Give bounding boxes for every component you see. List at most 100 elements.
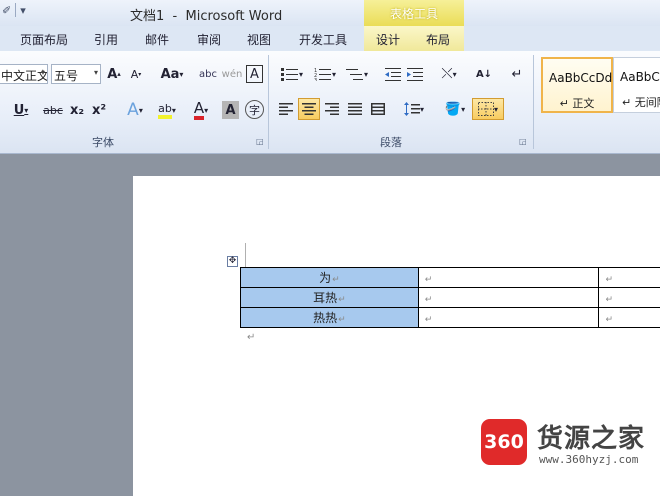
pilcrow-icon: ↵ [511, 66, 523, 82]
justify-button[interactable] [345, 99, 365, 119]
font-color-button[interactable]: A ▾ [186, 99, 216, 121]
enclose-characters-button[interactable]: 字 [245, 100, 264, 119]
paragraph-dialog-launcher-icon[interactable]: ◲ [519, 137, 527, 146]
numbering-button[interactable]: 1 2 3 ▾ [311, 65, 339, 83]
tab-developer[interactable]: 开发工具 [299, 31, 347, 48]
group-divider [268, 55, 269, 149]
style-normal[interactable]: AaBbCcDd ↵ 正文 [541, 57, 613, 113]
subscript-button[interactable]: x₂ [68, 101, 86, 119]
tab-layout[interactable]: 布局 [426, 31, 450, 48]
ribbon: 中文正文 ▾ 五号 ▾ A ▴ A ▾ Aa ▾ abc wén A U ▾ abc x₂ … [0, 51, 660, 154]
table-cell[interactable]: ↵ [598, 307, 660, 328]
table-cell[interactable]: 热热↵ [240, 307, 419, 328]
title-bar: ✐ ▾ 文档1 - Microsoft Word [0, 0, 660, 26]
table-cell[interactable]: ↵ [598, 267, 660, 288]
chinese-layout-icon: ⤬ [441, 66, 453, 82]
highlight-button[interactable]: ab ▾ [152, 99, 182, 121]
table-cell[interactable]: ↵ [598, 287, 660, 308]
borders-button[interactable]: ▾ [472, 98, 504, 120]
style-no-spacing[interactable]: AaBbCc ↵ 无间隔 [613, 57, 660, 113]
shrink-font-button[interactable]: A ▾ [128, 65, 144, 83]
distributed-icon [371, 103, 385, 115]
grow-font-label: A [107, 66, 118, 82]
numbering-icon: 123 [314, 68, 331, 81]
font-color-label: A [193, 100, 205, 120]
align-center-icon [302, 103, 316, 115]
cell-text: 耳热 [313, 291, 338, 305]
align-center-button[interactable] [298, 98, 320, 120]
change-case-button[interactable]: Aa ▾ [158, 65, 186, 83]
watermark-logo: 360 [481, 419, 527, 465]
tab-mailings[interactable]: 邮件 [145, 31, 169, 48]
table-move-handle-icon[interactable]: ✥ [227, 256, 238, 267]
watermark-name: 货源之家 [537, 424, 646, 454]
show-marks-button[interactable]: ↵ [508, 65, 526, 83]
cell-text: 热热 [313, 311, 338, 325]
phonetic-guide-label: wén [221, 68, 243, 80]
align-left-button[interactable] [276, 99, 296, 119]
watermark-url: www.360hyzj.com [539, 453, 639, 466]
highlight-label: ab [158, 102, 172, 119]
font-group-label: 字体 [92, 136, 114, 149]
tab-review[interactable]: 审阅 [197, 31, 221, 48]
table-cell[interactable]: 耳热↵ [240, 287, 419, 308]
text-effects-button[interactable]: A ▾ [120, 99, 150, 121]
customize-qat-icon[interactable]: ▾ [20, 4, 26, 17]
document-table[interactable]: 为↵ ↵ ↵ 耳热↵ ↵ ↵ 热热↵ ↵ ↵ [240, 267, 660, 328]
change-case-label: Aa [160, 66, 180, 82]
shading-button[interactable]: 🪣 ▾ [440, 99, 470, 119]
grow-font-button[interactable]: A ▴ [106, 65, 122, 83]
table-cell[interactable]: ↵ [417, 267, 600, 288]
style-sample: AaBbCc [620, 70, 660, 84]
phonetic-guide-button[interactable]: wén [221, 65, 243, 83]
clear-formatting-label: abc [199, 68, 217, 80]
chinese-layout-button[interactable]: ⤬ ▾ [436, 65, 462, 83]
paragraph-mark: ↵ [338, 315, 346, 325]
qat-separator [15, 3, 17, 17]
clear-formatting-button[interactable]: abc [198, 65, 218, 83]
borders-icon [477, 102, 494, 116]
table-tools-tabs: 设计 布局 [364, 26, 464, 51]
font-name-combo[interactable]: 中文正文 ▾ [0, 64, 48, 84]
table-cell[interactable]: 为↵ [240, 267, 419, 288]
table-row: 耳热↵ ↵ ↵ [240, 287, 660, 308]
tab-design[interactable]: 设计 [376, 31, 400, 48]
table-cell[interactable]: ↵ [417, 287, 600, 308]
font-size-combo[interactable]: 五号 ▾ [51, 64, 101, 84]
table-tools-context-header: 表格工具 [364, 0, 464, 28]
increase-indent-button[interactable] [405, 65, 425, 83]
character-border-button[interactable]: A [246, 65, 263, 83]
decrease-indent-button[interactable] [383, 65, 403, 83]
decrease-indent-icon [385, 68, 401, 81]
align-right-button[interactable] [322, 99, 342, 119]
multilevel-list-button[interactable]: ▾ [344, 65, 370, 83]
strikethrough-button[interactable]: abc [42, 101, 64, 119]
chevron-down-icon: ▾ [40, 68, 45, 77]
table-tools-label: 表格工具 [389, 7, 438, 21]
superscript-button[interactable]: x² [90, 101, 108, 119]
bullets-icon [280, 68, 298, 81]
table-cell[interactable]: ↵ [417, 307, 600, 328]
text-effects-label: A [127, 100, 139, 120]
line-spacing-button[interactable]: ▾ [400, 99, 428, 119]
table-row: 为↵ ↵ ↵ [240, 267, 660, 288]
character-shading-button[interactable]: A [222, 101, 239, 119]
underline-label: U [13, 102, 25, 118]
bullets-button[interactable]: ▾ [278, 65, 306, 83]
edit-icon[interactable]: ✐ [2, 4, 11, 17]
sort-label: A↓ [475, 68, 493, 80]
tab-view[interactable]: 视图 [247, 31, 271, 48]
shrink-font-label: A [130, 67, 139, 81]
tab-references[interactable]: 引用 [94, 31, 118, 48]
tab-page-layout[interactable]: 页面布局 [20, 31, 68, 48]
sort-button[interactable]: A↓ [474, 65, 494, 83]
underline-button[interactable]: U ▾ [10, 101, 32, 119]
multilevel-list-icon [345, 69, 363, 80]
quick-access-toolbar: ✐ ▾ [2, 3, 26, 17]
character-shading-label: A [225, 102, 236, 118]
ribbon-tab-bar: 页面布局 引用 邮件 审阅 视图 开发工具 [0, 26, 660, 51]
distributed-button[interactable] [368, 99, 388, 119]
line-spacing-icon [403, 102, 420, 116]
font-dialog-launcher-icon[interactable]: ◲ [256, 137, 264, 146]
group-divider [533, 55, 534, 149]
